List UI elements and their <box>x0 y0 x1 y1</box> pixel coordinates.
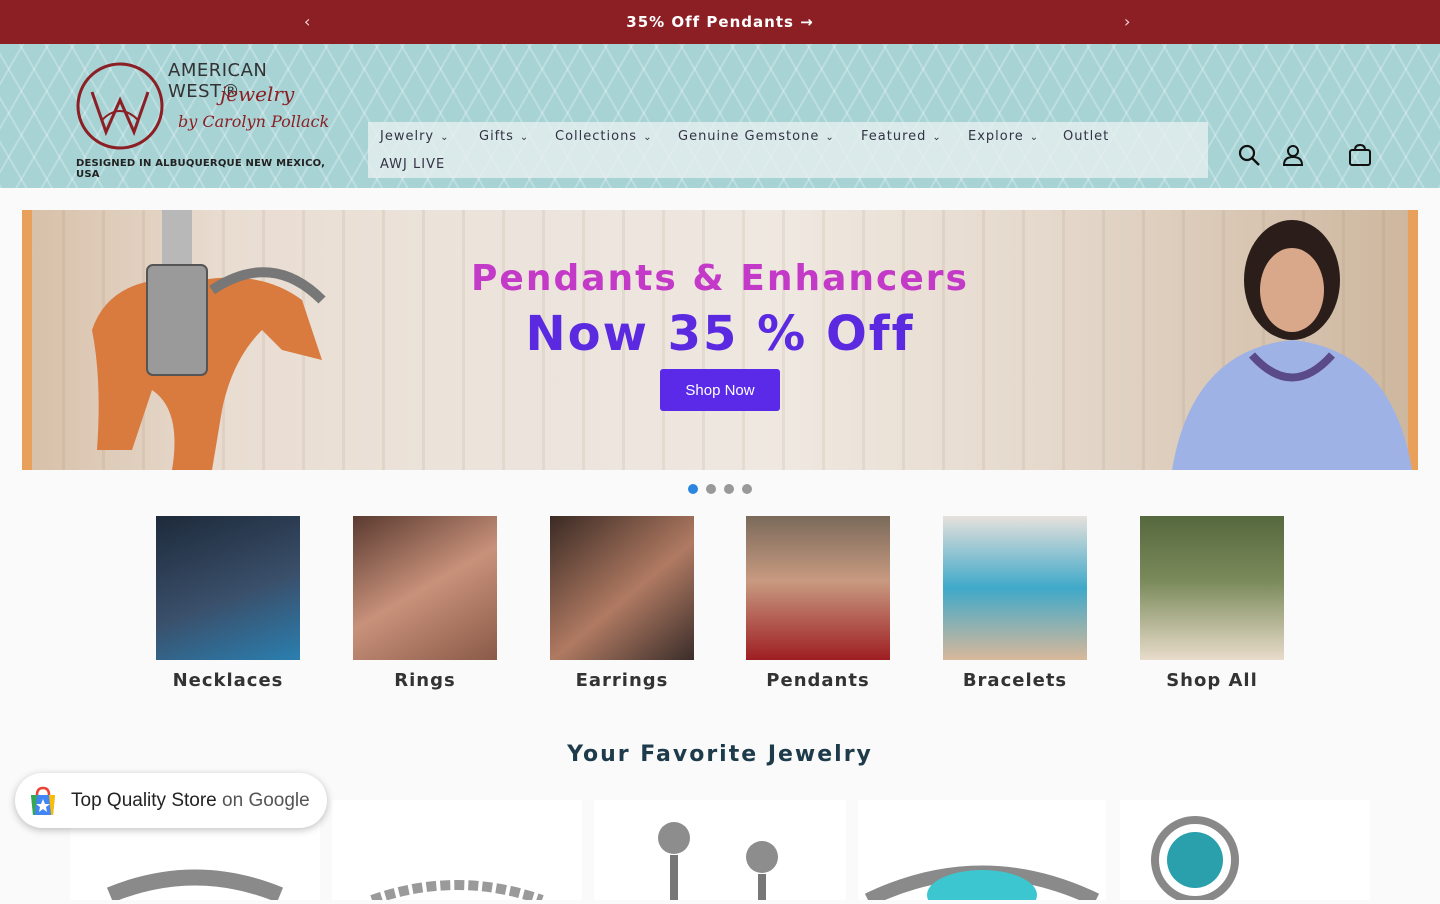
nav-item-collections[interactable]: Collections ⌄ <box>555 129 652 144</box>
cart-icon[interactable] <box>1348 144 1372 166</box>
nav-label: Collections <box>555 129 638 144</box>
category-image <box>1140 516 1284 660</box>
nav-item-featured[interactable]: Featured ⌄ <box>861 129 942 144</box>
nav-item-genuine-gemstone[interactable]: Genuine Gemstone ⌄ <box>678 129 835 144</box>
category-label: Earrings <box>575 670 669 691</box>
slider-dot[interactable] <box>742 484 752 494</box>
category-rings[interactable]: Rings <box>353 516 497 691</box>
product-card[interactable] <box>332 800 582 904</box>
category-bracelets[interactable]: Bracelets <box>943 516 1087 691</box>
category-image <box>156 516 300 660</box>
nav-item-jewelry[interactable]: Jewelry ⌄ <box>380 129 450 144</box>
badge-text: Top Quality Store on Google <box>71 790 310 812</box>
category-pendants[interactable]: Pendants <box>746 516 890 691</box>
chevron-down-icon: ⌄ <box>440 132 450 143</box>
product-image <box>658 822 778 900</box>
hero-banner[interactable]: Pendants & Enhancers Now 35 % Off Shop N… <box>22 210 1418 470</box>
badge-suffix: on Google <box>216 790 310 811</box>
category-image <box>746 516 890 660</box>
category-image <box>353 516 497 660</box>
nav-label: Featured <box>861 129 927 144</box>
chevron-down-icon: ⌄ <box>643 132 653 143</box>
category-image <box>550 516 694 660</box>
section-title: Your Favorite Jewelry <box>567 742 873 767</box>
main-nav: Jewelry ⌄ Gifts ⌄ Collections ⌄ Genuine Gem… <box>368 122 1208 178</box>
product-image <box>864 865 1100 904</box>
category-earrings[interactable]: Earrings <box>550 516 694 691</box>
logo-mark-icon <box>76 62 164 150</box>
logo-script: jewelry <box>220 82 295 106</box>
nav-label: AWJ LIVE <box>380 157 446 172</box>
category-shop-all[interactable]: Shop All <box>1140 516 1284 691</box>
product-card[interactable] <box>1120 800 1370 904</box>
nav-label: Explore <box>968 129 1024 144</box>
nav-label: Outlet <box>1063 129 1110 144</box>
slider-dot[interactable] <box>688 484 698 494</box>
chevron-right-icon[interactable]: › <box>1124 12 1130 31</box>
account-icon[interactable] <box>1282 144 1304 166</box>
category-label: Rings <box>394 670 456 691</box>
announcement-bar: ‹ 35% Off Pendants → › <box>0 0 1440 44</box>
nav-item-explore[interactable]: Explore ⌄ <box>968 129 1039 144</box>
category-necklaces[interactable]: Necklaces <box>156 516 300 691</box>
product-card[interactable] <box>858 800 1106 904</box>
category-label: Necklaces <box>172 670 284 691</box>
logo-tagline: DESIGNED IN ALBUQUERQUE NEW MEXICO, USA <box>76 158 326 180</box>
badge-label: Top Quality Store <box>71 790 217 811</box>
slider-dot[interactable] <box>724 484 734 494</box>
product-image <box>370 880 544 904</box>
shop-now-button[interactable]: Shop Now <box>660 369 780 411</box>
logo-designer: by Carolyn Pollack <box>178 112 330 131</box>
announcement-link[interactable]: 35% Off Pendants → <box>0 13 1440 31</box>
product-card[interactable] <box>594 800 846 900</box>
nav-label: Gifts <box>479 129 514 144</box>
search-icon[interactable] <box>1238 144 1260 166</box>
hero-subtitle: Now 35 % Off <box>525 306 915 362</box>
google-shopping-icon <box>31 786 55 815</box>
chevron-down-icon: ⌄ <box>1029 132 1040 143</box>
slider-dots <box>688 479 760 498</box>
nav-item-gifts[interactable]: Gifts ⌄ <box>479 129 529 144</box>
hero-title: Pendants & Enhancers <box>471 258 969 299</box>
category-label: Bracelets <box>962 670 1068 691</box>
category-label: Shop All <box>1166 670 1258 691</box>
site-header: AMERICAN WEST® jewelry by Carolyn Pollac… <box>0 44 1440 188</box>
chevron-down-icon: ⌄ <box>519 132 530 143</box>
product-image <box>1151 816 1239 904</box>
site-logo[interactable]: AMERICAN WEST® jewelry by Carolyn Pollac… <box>70 54 340 180</box>
category-image <box>943 516 1087 660</box>
chevron-down-icon: ⌄ <box>825 132 835 143</box>
nav-label: Genuine Gemstone <box>678 129 820 144</box>
slider-dot[interactable] <box>706 484 716 494</box>
nav-item-awj-live[interactable]: AWJ LIVE <box>380 157 445 172</box>
chevron-down-icon: ⌄ <box>932 132 942 143</box>
category-label: Pendants <box>766 670 870 691</box>
google-quality-badge[interactable]: Top Quality Store on Google <box>15 773 327 828</box>
nav-label: Jewelry <box>380 129 435 144</box>
nav-item-outlet[interactable]: Outlet <box>1063 129 1109 144</box>
